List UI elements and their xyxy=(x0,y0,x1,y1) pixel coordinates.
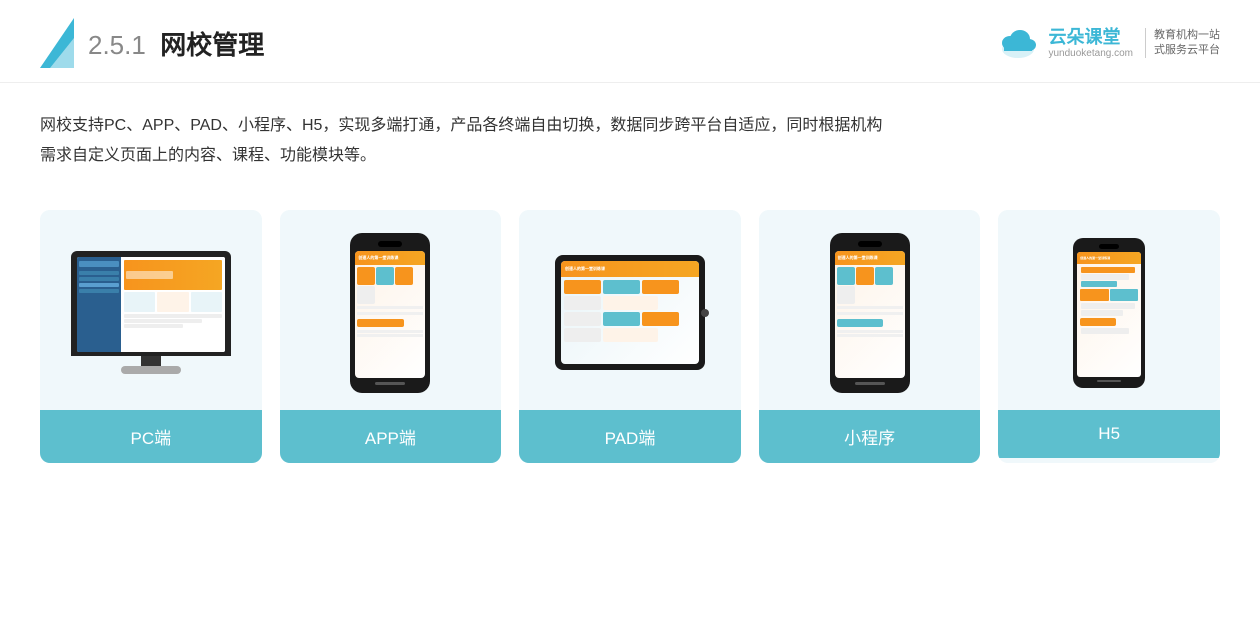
pad-mockup: 创速人的第一堂训练课 xyxy=(555,255,705,370)
platform-cards: PC端 创速人的第一堂训练课 xyxy=(0,182,1260,483)
card-h5-label: H5 xyxy=(998,410,1220,458)
card-app: 创速人的第一堂训练课 APP端 xyxy=(280,210,502,463)
card-app-label: APP端 xyxy=(280,410,502,463)
card-miniprogram-image: 创速人的第一堂训练课 xyxy=(759,210,981,410)
page-title: 2.5.1 网校管理 xyxy=(88,25,264,62)
logo-triangle-icon xyxy=(40,18,74,68)
card-pad-label: PAD端 xyxy=(519,410,741,463)
pc-mockup xyxy=(71,251,231,374)
card-pad: 创速人的第一堂训练课 xyxy=(519,210,741,463)
h5-mockup: 创速人的第一堂训练课 xyxy=(1073,238,1145,388)
header-left: 2.5.1 网校管理 xyxy=(40,18,264,68)
card-pad-image: 创速人的第一堂训练课 xyxy=(519,210,741,410)
card-h5: 创速人的第一堂训练课 xyxy=(998,210,1220,463)
brand-slogan: 教育机构一站 式服务云平台 xyxy=(1145,28,1220,59)
card-pc: PC端 xyxy=(40,210,262,463)
card-miniprogram: 创速人的第一堂训练课 小程序 xyxy=(759,210,981,463)
card-miniprogram-label: 小程序 xyxy=(759,410,981,463)
header: 2.5.1 网校管理 云朵课堂 yunduoketang.com 教育机构一站 … xyxy=(0,0,1260,83)
brand-name: 云朵课堂 yunduoketang.com xyxy=(1048,27,1133,60)
card-app-image: 创速人的第一堂训练课 xyxy=(280,210,502,410)
card-pc-label: PC端 xyxy=(40,410,262,463)
card-pc-image xyxy=(40,210,262,410)
description-text: 网校支持PC、APP、PAD、小程序、H5，实现多端打通，产品各终端自由切换，数… xyxy=(0,83,1260,182)
miniprogram-mockup: 创速人的第一堂训练课 xyxy=(830,233,910,393)
cloud-logo-icon xyxy=(996,21,1040,65)
card-h5-image: 创速人的第一堂训练课 xyxy=(998,210,1220,410)
app-mockup: 创速人的第一堂训练课 xyxy=(350,233,430,393)
brand-logo: 云朵课堂 yunduoketang.com 教育机构一站 式服务云平台 xyxy=(996,21,1220,65)
